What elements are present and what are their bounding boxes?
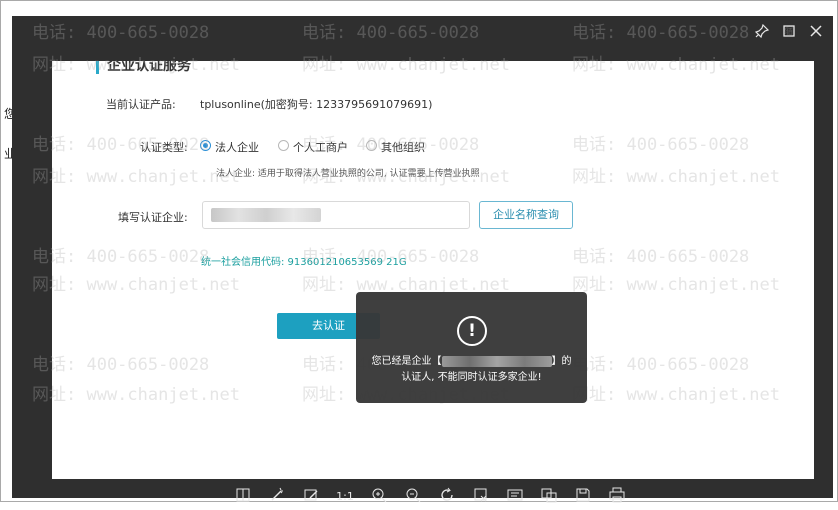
radio-legal-entity[interactable] xyxy=(200,140,211,151)
credit-code-text: 统一社会信用代码: 913601210653569 21G xyxy=(201,257,407,268)
radio-label: 个人工商户 xyxy=(293,141,348,154)
crop-icon[interactable] xyxy=(470,487,492,507)
magic-wand-icon[interactable] xyxy=(266,487,288,507)
watermark-phone: 电话: 400-665-0028 xyxy=(32,23,210,43)
toast-suffix: 】的 xyxy=(551,356,572,367)
rotate-icon[interactable] xyxy=(436,487,458,507)
print-icon[interactable] xyxy=(606,487,628,507)
ocr-icon[interactable] xyxy=(504,487,526,507)
radio-label: 其他组织 xyxy=(381,141,425,154)
watermark-phone: 电话: 400-665-0028 xyxy=(302,23,480,43)
close-icon[interactable] xyxy=(806,24,826,44)
redacted-company-name xyxy=(441,355,552,367)
company-label: 填写认证企业: xyxy=(118,211,188,224)
image-viewer-overlay: 缩 填充 填充 线条 企业认证服务 当前认证产品: tplusonline(加密… xyxy=(12,16,833,503)
save-icon[interactable] xyxy=(572,487,594,507)
translate-icon[interactable] xyxy=(538,487,560,507)
toast-prefix: 您已经是企业【 xyxy=(371,356,442,367)
document-page: 企业认证服务 当前认证产品: tplusonline(加密狗号: 1233795… xyxy=(52,61,814,479)
company-input[interactable] xyxy=(202,201,470,229)
type-hint: 法人企业: 适用于取得法人营业执照的公司, 认证需要上传营业执照 xyxy=(216,169,480,179)
error-toast: ! 您已经是企业【 】的 认证人, 不能同时认证多家企业! xyxy=(356,292,587,403)
radio-individual-business[interactable] xyxy=(278,140,289,151)
type-label: 认证类型: xyxy=(140,141,188,154)
zoom-in-icon[interactable] xyxy=(368,487,390,507)
edit-image-icon[interactable] xyxy=(300,487,322,507)
query-company-button[interactable]: 企业名称查询 xyxy=(479,201,573,229)
radio-label: 法人企业 xyxy=(215,141,259,154)
page-title: 企业认证服务 xyxy=(96,61,191,74)
restore-icon[interactable] xyxy=(779,24,799,44)
redacted-company-name xyxy=(211,208,321,222)
watermark-phone: 电话: 400-665-0028 xyxy=(572,23,750,43)
viewer-toolbar: 1:1 xyxy=(232,484,642,510)
exclamation-icon: ! xyxy=(457,316,487,346)
fit-width-icon[interactable] xyxy=(232,487,254,507)
actual-size-button[interactable]: 1:1 xyxy=(334,487,356,507)
product-label: 当前认证产品: xyxy=(106,98,176,111)
zoom-out-icon[interactable] xyxy=(402,487,424,507)
product-value: tplusonline(加密狗号: 1233795691079691) xyxy=(200,98,433,111)
toast-message-line2: 认证人, 不能同时认证多家企业! xyxy=(401,372,542,383)
radio-other-organization[interactable] xyxy=(366,140,377,151)
pin-icon[interactable] xyxy=(752,23,772,44)
toast-message-line1: 您已经是企业【 】的 xyxy=(356,352,587,367)
